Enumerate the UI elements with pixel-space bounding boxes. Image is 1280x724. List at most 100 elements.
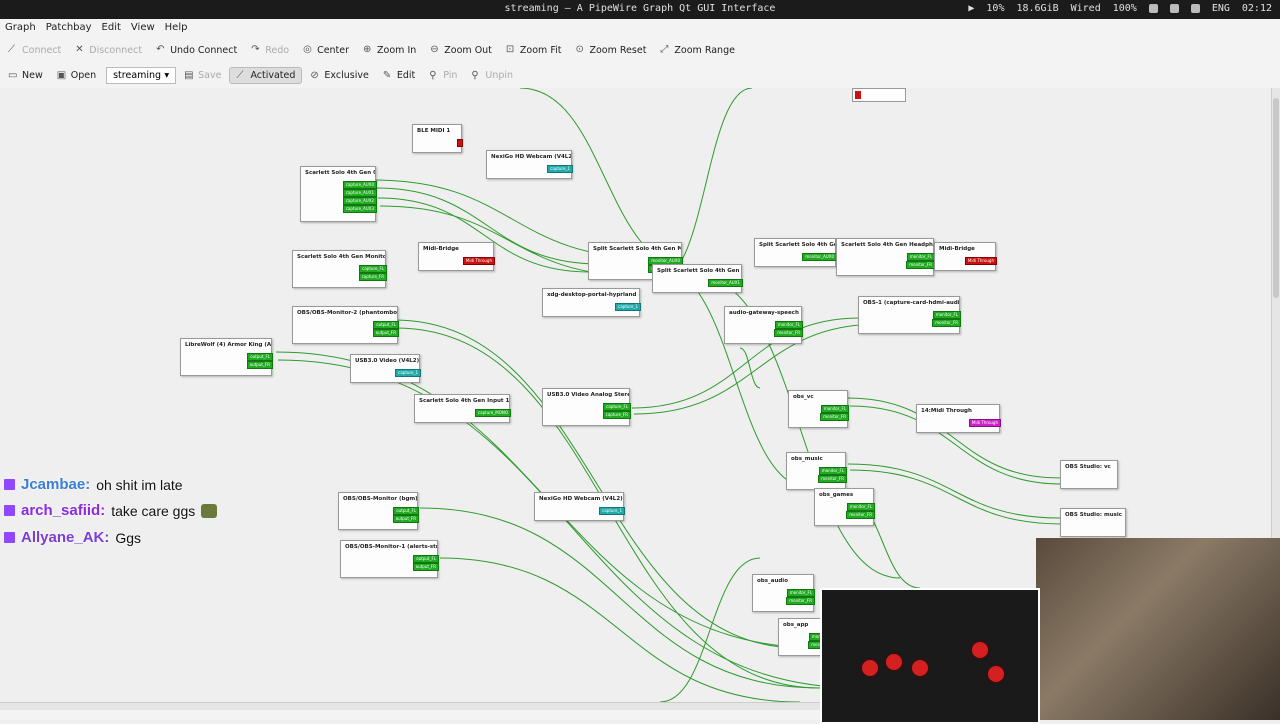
node-port[interactable]: monitor_FR — [818, 475, 847, 483]
zoom-in-button[interactable]: ⊕ Zoom In — [357, 43, 422, 58]
node-port[interactable]: Midi Through — [968, 419, 1001, 427]
menu-graph[interactable]: Graph — [0, 19, 41, 37]
graph-node[interactable]: BLE MIDI 1 — [412, 124, 463, 153]
graph-node[interactable]: audio-gateway-speech monitor_FL monitor_FR — [724, 306, 803, 344]
zoom-out-button[interactable]: ⊖ Zoom Out — [424, 43, 498, 58]
node-port[interactable]: capture_1 — [615, 303, 641, 311]
node-port[interactable]: monitor_FL — [786, 589, 815, 597]
node-port[interactable]: monitor_FR — [846, 511, 875, 519]
graph-node[interactable]: xdg-desktop-portal-hyprland (... capture_… — [542, 288, 641, 317]
node-port[interactable]: monitor_FR — [786, 597, 815, 605]
node-port[interactable]: monitor_AUX0 — [802, 253, 837, 261]
patchbay-select[interactable]: streaming ▾ — [106, 67, 177, 84]
graph-node[interactable]: LibreWolf (4) Armor King (Ac... output_FL… — [180, 338, 273, 376]
center-button[interactable]: ◎ Center — [297, 43, 355, 58]
node-port[interactable]: output_FL — [373, 321, 399, 329]
graph-node[interactable]: USB3.0 Video Analog Stereo capture_FL capt… — [542, 388, 631, 426]
node-port[interactable]: output_FR — [392, 515, 419, 523]
node-port[interactable]: capture_1 — [599, 507, 625, 515]
graph-node[interactable]: obs_games monitor_FL monitor_FR — [814, 488, 875, 526]
disconnect-button[interactable]: ✕ Disconnect — [69, 43, 148, 58]
node-port[interactable]: monitor_FR — [932, 319, 961, 327]
connection-link[interactable] — [659, 557, 761, 702]
node-port[interactable]: capture_FR — [358, 273, 387, 281]
menu-patchbay[interactable]: Patchbay — [41, 19, 97, 37]
node-port[interactable]: monitor_FL — [774, 321, 803, 329]
zoom-reset-button[interactable]: ⊙ Zoom Reset — [569, 43, 652, 58]
connection-link[interactable] — [393, 319, 801, 649]
pin-button[interactable]: ⚲ Pin — [423, 68, 463, 83]
midi-port[interactable] — [855, 91, 861, 99]
node-port[interactable]: capture_FL — [603, 403, 631, 411]
play-icon[interactable]: ▶ — [968, 3, 974, 14]
node-port[interactable]: output_FL — [247, 353, 273, 361]
node-port[interactable]: monitor_FL — [932, 311, 961, 319]
node-port[interactable]: output_FL — [393, 507, 419, 515]
node-port[interactable]: monitor_FL — [846, 503, 875, 511]
menu-help[interactable]: Help — [160, 19, 193, 37]
graph-node[interactable]: obs_music monitor_FL monitor_FR — [786, 452, 847, 490]
node-port[interactable]: monitor_FR — [820, 413, 849, 421]
undo-button[interactable]: ↶ Undo Connect — [150, 43, 243, 58]
graph-node[interactable]: OBS Studio: music — [1060, 508, 1126, 537]
connect-button[interactable]: ⟋ Connect — [2, 43, 67, 58]
open-button[interactable]: ▣ Open — [51, 68, 102, 83]
save-button[interactable]: ▤ Save — [178, 68, 227, 83]
node-port[interactable]: monitor_AUX1 — [708, 279, 743, 287]
vertical-scrollbar-thumb[interactable] — [1273, 98, 1279, 298]
zoom-fit-button[interactable]: ⊡ Zoom Fit — [500, 43, 568, 58]
node-port[interactable]: capture_AUX1 — [342, 189, 377, 197]
new-button[interactable]: ▭ New — [2, 68, 49, 83]
graph-node[interactable]: OBS/OBS-Monitor-2 (phantombot... output_F… — [292, 306, 399, 344]
node-port[interactable]: capture_FR — [602, 411, 631, 419]
activated-toggle[interactable]: ⟋ Activated — [229, 67, 303, 84]
graph-node[interactable]: OBS/OBS-Monitor-1 (alerts-str... output_F… — [340, 540, 439, 578]
graph-node[interactable]: NexiGo HD Webcam (V4L2)-1 capture_1 — [534, 492, 625, 521]
zoom-range-button[interactable]: ⤢ Zoom Range — [654, 43, 741, 58]
discord-icon[interactable] — [1169, 4, 1179, 13]
node-port[interactable]: capture_1 — [547, 165, 573, 173]
node-port[interactable]: capture_FL — [359, 265, 387, 273]
exclusive-toggle[interactable]: ⊘ Exclusive — [304, 68, 374, 83]
node-port[interactable]: capture_MONO — [474, 409, 511, 417]
graph-node[interactable]: obs_audio monitor_FL monitor_FR — [752, 574, 815, 612]
node-port[interactable]: Midi Through — [462, 257, 495, 265]
language-indicator[interactable]: ENG — [1212, 3, 1230, 14]
graph-node[interactable]: obs_vc monitor_FL monitor_FR — [788, 390, 849, 428]
graph-node[interactable]: 14:Midi Through Midi Through — [916, 404, 1001, 433]
graph-node[interactable]: Scarlett Solo 4th Gen 0 capture_AUX0 captu… — [300, 166, 377, 222]
node-partial[interactable] — [852, 88, 906, 102]
menu-edit[interactable]: Edit — [97, 19, 126, 37]
unpin-button[interactable]: ⚲ Unpin — [465, 68, 519, 83]
node-port[interactable]: output_FL — [413, 555, 439, 563]
graph-node[interactable]: Split Scarlett Solo 4th Gen I... monitor_… — [754, 238, 837, 267]
redo-button[interactable]: ↷ Redo — [245, 43, 295, 58]
graph-node[interactable]: NexiGo HD Webcam (V4L2) capture_1 — [486, 150, 573, 179]
node-port[interactable]: monitor_FR — [774, 329, 803, 337]
node-port[interactable]: capture_1 — [395, 369, 421, 377]
edit-button[interactable]: ✎ Edit — [377, 68, 421, 83]
graph-node[interactable]: Scarlett Solo 4th Gen Input 1... capture_… — [414, 394, 511, 423]
graph-node[interactable]: Midi-Bridge Midi Through — [418, 242, 495, 271]
graph-node[interactable]: Split Scarlett Solo 4th Gen I... monitor_… — [652, 264, 743, 293]
steam-icon[interactable] — [1190, 4, 1200, 13]
menu-view[interactable]: View — [126, 19, 160, 37]
node-port[interactable]: output_FR — [246, 361, 273, 369]
graph-node[interactable]: OBS-1 (capture-card-hdmi-audio) monitor_F… — [858, 296, 961, 334]
node-port[interactable]: monitor_FL — [818, 467, 847, 475]
node-port[interactable]: monitor_FL — [820, 405, 849, 413]
graph-node[interactable]: Scarlett Solo 4th Gen Headpho... monitor_… — [836, 238, 935, 276]
node-port[interactable]: monitor_FR — [906, 261, 935, 269]
graph-node[interactable]: USB3.0 Video (V4L2) capture_1 — [350, 354, 421, 383]
graph-node[interactable]: Scarlett Solo 4th Gen Monitor... capture_… — [292, 250, 387, 288]
node-port[interactable]: capture_AUX3 — [342, 205, 377, 213]
graph-node[interactable]: Midi-Bridge Midi Through — [934, 242, 997, 271]
node-port[interactable]: Midi Through — [964, 257, 997, 265]
node-port[interactable]: output_FR — [372, 329, 399, 337]
node-port[interactable]: capture_AUX2 — [342, 197, 377, 205]
graph-node[interactable]: OBS/OBS-Monitor (bgm) output_FL output_FR — [338, 492, 419, 530]
node-port[interactable] — [457, 139, 463, 147]
bluetooth-icon[interactable] — [1148, 4, 1158, 13]
graph-node[interactable]: OBS Studio: vc — [1060, 460, 1118, 489]
node-port[interactable]: output_FR — [412, 563, 439, 571]
